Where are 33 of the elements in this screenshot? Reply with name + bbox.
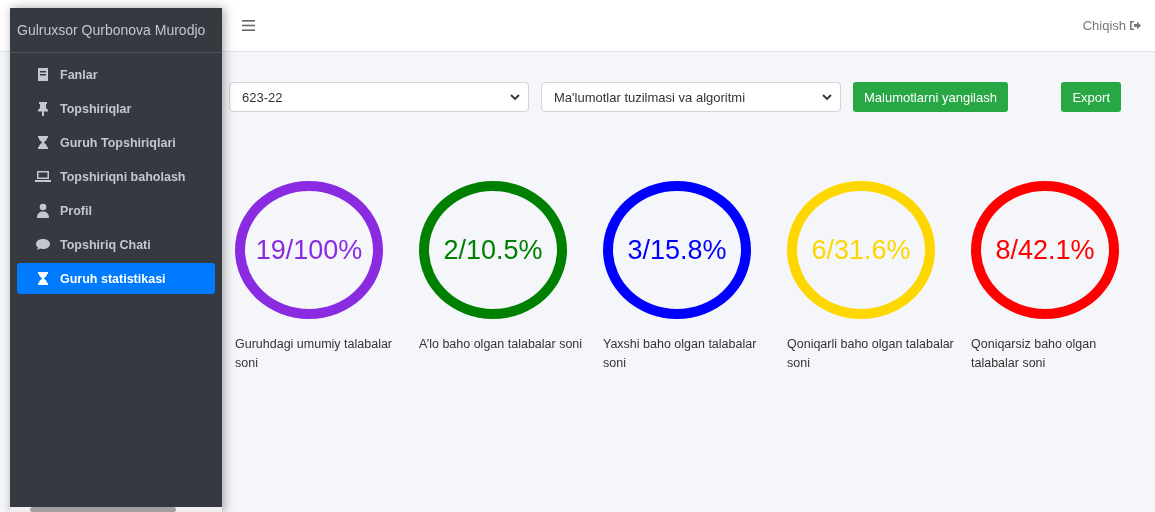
pushpin-icon <box>35 101 51 116</box>
stat-value: 2/10.5% <box>443 234 543 266</box>
chevron-down-icon <box>822 93 832 101</box>
group-select[interactable]: 623-22 <box>229 82 529 112</box>
sidebar-item[interactable]: Guruh Topshiriqlari <box>17 127 215 158</box>
stat-label: Yaxshi baho olgan talabalar soni <box>603 336 758 372</box>
sidebar-item[interactable]: Fanlar <box>17 59 215 90</box>
stat-value: 19/100% <box>255 234 363 266</box>
menu-icon[interactable] <box>242 20 255 31</box>
laptop-icon <box>35 169 51 184</box>
subject-select[interactable]: Ma'lumotlar tuzilmasi va algoritmi <box>541 82 841 112</box>
logout-link[interactable]: Chiqish <box>1082 18 1141 33</box>
stat-label: A’lo baho olgan talabalar soni <box>419 336 584 353</box>
scrollbar[interactable] <box>10 507 222 512</box>
hourglass-icon <box>35 271 51 286</box>
sidebar-item[interactable]: Profil <box>17 195 215 226</box>
sign-out-icon <box>1129 20 1141 31</box>
sidebar-item[interactable]: Topshiriqlar <box>17 93 215 124</box>
book-icon <box>35 67 51 82</box>
user-name: Gulruxsor Qurbonova Murodjo <box>10 8 222 53</box>
sidebar-item[interactable]: Guruh statistikasi <box>17 263 215 294</box>
stat-label: Guruhdagi umumiy talabalar soni <box>235 336 394 372</box>
stat-value: 3/15.8% <box>627 234 727 266</box>
stat-value: 6/31.6% <box>811 234 911 266</box>
stat-value: 8/42.1% <box>995 234 1095 266</box>
stat-label: Qoniqarsiz baho olgan talabalar soni <box>971 336 1098 372</box>
sidebar-item[interactable]: Topshiriq Chati <box>17 229 215 260</box>
user-icon <box>35 203 51 218</box>
chevron-down-icon <box>510 93 520 101</box>
chat-icon <box>35 237 51 252</box>
sidebar-item[interactable]: Topshiriqni baholash <box>17 161 215 192</box>
stat-label: Qoniqarli baho olgan talabalar soni <box>787 336 955 372</box>
hourglass-icon <box>35 135 51 150</box>
